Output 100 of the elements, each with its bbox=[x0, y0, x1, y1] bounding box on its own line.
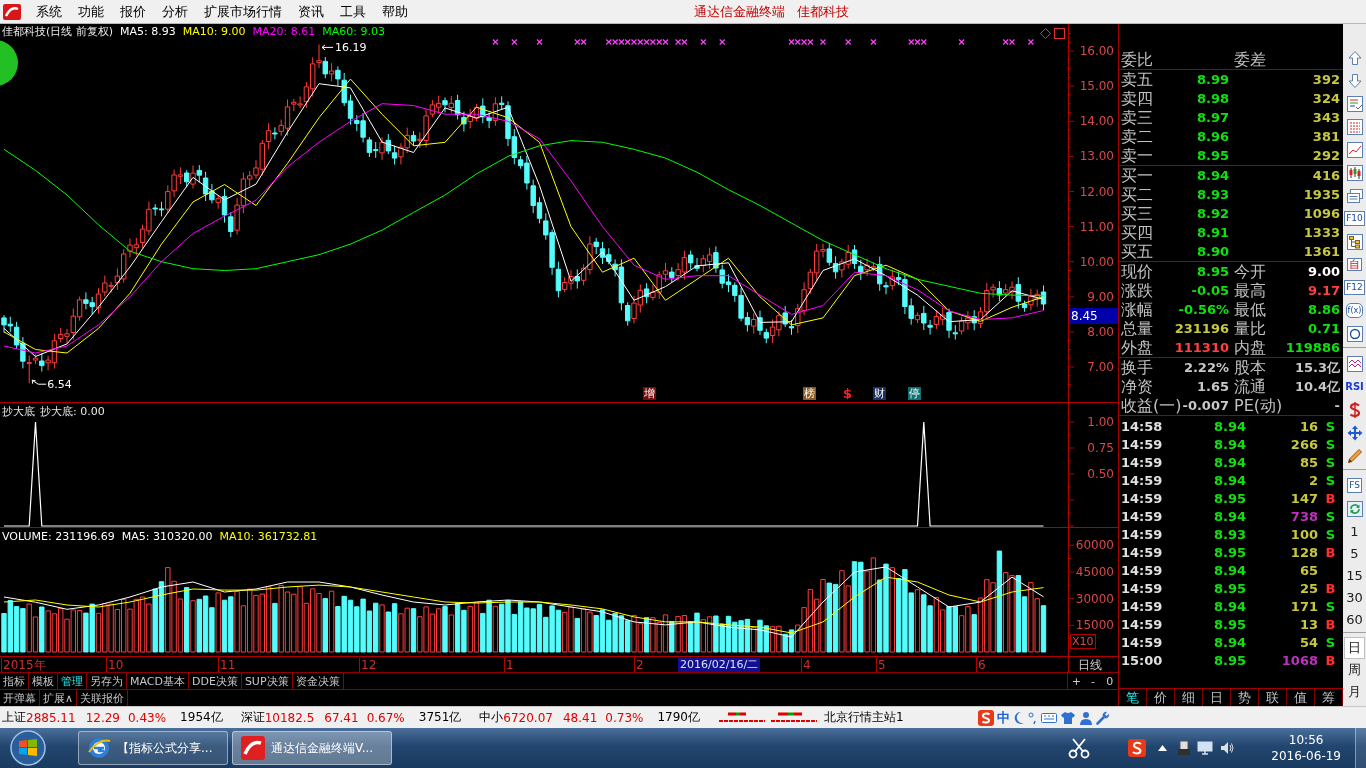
grid-icon[interactable] bbox=[1346, 118, 1363, 135]
clock-date[interactable]: 2016-06-19 bbox=[1271, 748, 1341, 764]
input-mode-label[interactable]: 中 bbox=[997, 708, 1010, 727]
circle-icon[interactable] bbox=[1346, 325, 1363, 342]
toolbar-tab[interactable]: 管理 bbox=[58, 673, 87, 689]
period-button[interactable]: 1 bbox=[1347, 522, 1362, 540]
event-badge[interactable]: $ bbox=[842, 387, 854, 400]
triangle-up-icon[interactable] bbox=[1158, 745, 1168, 751]
bid-label: 买二 bbox=[1121, 185, 1153, 204]
tree-icon[interactable] bbox=[1346, 233, 1363, 250]
toolbar-tab[interactable]: 指标 bbox=[0, 673, 29, 689]
stat-value: 1.65 bbox=[1196, 378, 1229, 396]
high-price-label: 16.19 bbox=[335, 41, 367, 55]
period-button[interactable]: 5 bbox=[1347, 544, 1362, 562]
time-axis-label: 1 bbox=[506, 658, 514, 672]
s-logo-icon[interactable] bbox=[978, 709, 994, 726]
start-button-icon[interactable] bbox=[8, 729, 48, 767]
menu-item[interactable]: 资讯 bbox=[290, 2, 332, 21]
index-change: 67.41 bbox=[324, 710, 359, 725]
tick-price: 8.95 bbox=[1213, 616, 1246, 634]
fs-button[interactable]: FS bbox=[1347, 478, 1362, 493]
period-button[interactable]: 周 bbox=[1345, 660, 1364, 680]
speaker-icon[interactable] bbox=[1219, 740, 1236, 756]
taskbar-button[interactable]: 【指标公式分享... bbox=[78, 731, 228, 765]
shirt-icon[interactable] bbox=[1060, 710, 1076, 725]
menu-item[interactable]: 扩展市场行情 bbox=[196, 2, 290, 21]
stat-label: 今开 bbox=[1234, 262, 1266, 281]
wrench-icon[interactable] bbox=[1096, 710, 1110, 725]
s-logo-icon[interactable] bbox=[1128, 739, 1147, 757]
toolbar-tab[interactable]: SUP决策 bbox=[241, 673, 293, 689]
formula-button[interactable]: f(x) bbox=[1345, 303, 1364, 318]
volume-readout: VOLUME: 231196.69 bbox=[2, 530, 115, 544]
event-badge[interactable]: 财 bbox=[873, 387, 886, 400]
event-badge[interactable]: 增 bbox=[643, 387, 656, 400]
move-arrows-icon[interactable] bbox=[1346, 424, 1363, 441]
up-arrow-icon[interactable] bbox=[1346, 49, 1363, 66]
menu-item[interactable]: 工具 bbox=[332, 2, 374, 21]
menu-item[interactable]: 报价 bbox=[112, 2, 154, 21]
period-button[interactable]: 月 bbox=[1345, 682, 1364, 702]
tick-volume: 16 bbox=[1299, 418, 1318, 436]
down-arrow-icon[interactable] bbox=[1346, 72, 1363, 89]
app-logo-icon[interactable] bbox=[3, 3, 21, 20]
scissors-icon[interactable] bbox=[1068, 737, 1091, 759]
diamond-icon[interactable] bbox=[1040, 28, 1051, 39]
menu-item[interactable]: 系统 bbox=[28, 2, 70, 21]
clock-time[interactable]: 10:56 bbox=[1288, 732, 1324, 748]
stat-value: 15.3亿 bbox=[1294, 359, 1340, 377]
toolbar-tab[interactable]: DDE决策 bbox=[189, 673, 242, 689]
period-button[interactable]: 日 bbox=[1344, 637, 1365, 659]
price-axis-label: 13.00 bbox=[1079, 149, 1114, 164]
zoom-button[interactable]: 0 bbox=[1101, 673, 1118, 689]
custom-button[interactable]: 自 bbox=[1347, 258, 1362, 271]
monitor-icon[interactable] bbox=[1197, 740, 1214, 756]
toolbar-tab[interactable]: MACD基本 bbox=[127, 673, 189, 689]
menu-item[interactable]: 帮助 bbox=[374, 2, 416, 21]
zoom-button[interactable]: + bbox=[1068, 673, 1085, 689]
event-badge[interactable]: 榜 bbox=[803, 387, 816, 400]
toolbar-tab[interactable]: 模板 bbox=[29, 673, 58, 689]
tick-side: B bbox=[1325, 616, 1336, 634]
tick-time: 14:59 bbox=[1121, 544, 1163, 562]
ask-label: 卖三 bbox=[1121, 108, 1153, 127]
period-button[interactable]: 15 bbox=[1343, 566, 1366, 584]
windows-icon[interactable] bbox=[1346, 187, 1363, 204]
list-check-icon[interactable] bbox=[1346, 95, 1363, 112]
menu-item[interactable]: 分析 bbox=[154, 2, 196, 21]
refresh-icon[interactable] bbox=[1346, 500, 1363, 517]
pencil-icon[interactable] bbox=[1346, 447, 1363, 464]
period-button[interactable]: 60 bbox=[1343, 610, 1366, 628]
moon-icon[interactable] bbox=[1013, 710, 1025, 725]
indicator-readout: 抄大底: 0.00 bbox=[40, 405, 105, 419]
toolbar-tab[interactable]: 另存为 bbox=[87, 673, 127, 689]
f10-button[interactable]: F10 bbox=[1344, 211, 1365, 226]
menu-item[interactable]: 功能 bbox=[70, 2, 112, 21]
chart-title: 佳都科技(日线 前复权) bbox=[2, 25, 114, 39]
dollar-icon[interactable] bbox=[1347, 400, 1362, 419]
square-icon[interactable] bbox=[1054, 28, 1065, 39]
device-icon[interactable] bbox=[1177, 740, 1192, 756]
period-button[interactable]: 30 bbox=[1343, 588, 1366, 606]
bid-label: 买一 bbox=[1121, 166, 1153, 185]
stat-value: -0.007 bbox=[1182, 397, 1229, 415]
punctuation-icon[interactable] bbox=[1028, 710, 1038, 725]
show-desktop-button[interactable] bbox=[1355, 728, 1366, 768]
taskbar-button[interactable]: 通达信金融终端V... bbox=[232, 731, 392, 765]
mini-bars-icon bbox=[717, 711, 766, 724]
wave-chart-icon[interactable] bbox=[1346, 355, 1363, 372]
stat-label: 涨幅 bbox=[1121, 300, 1153, 319]
tick-volume: 65 bbox=[1299, 562, 1318, 580]
zoom-button[interactable]: - bbox=[1084, 673, 1102, 689]
candlestick-icon[interactable] bbox=[1346, 164, 1363, 181]
price-axis-label: 7.00 bbox=[1087, 360, 1114, 374]
keyboard-icon[interactable] bbox=[1041, 710, 1057, 725]
event-badge[interactable]: 停 bbox=[908, 387, 921, 400]
e-logo-icon bbox=[87, 736, 111, 760]
toolbar-tab[interactable]: 资金决策 bbox=[292, 673, 344, 689]
line-chart-icon[interactable] bbox=[1346, 141, 1363, 158]
rsi-button[interactable]: RSI bbox=[1345, 381, 1364, 392]
tick-volume: 171 bbox=[1290, 598, 1318, 616]
user-icon[interactable] bbox=[1079, 710, 1093, 725]
cross-marker-icon bbox=[492, 38, 499, 46]
f12-button[interactable]: F12 bbox=[1344, 280, 1365, 295]
